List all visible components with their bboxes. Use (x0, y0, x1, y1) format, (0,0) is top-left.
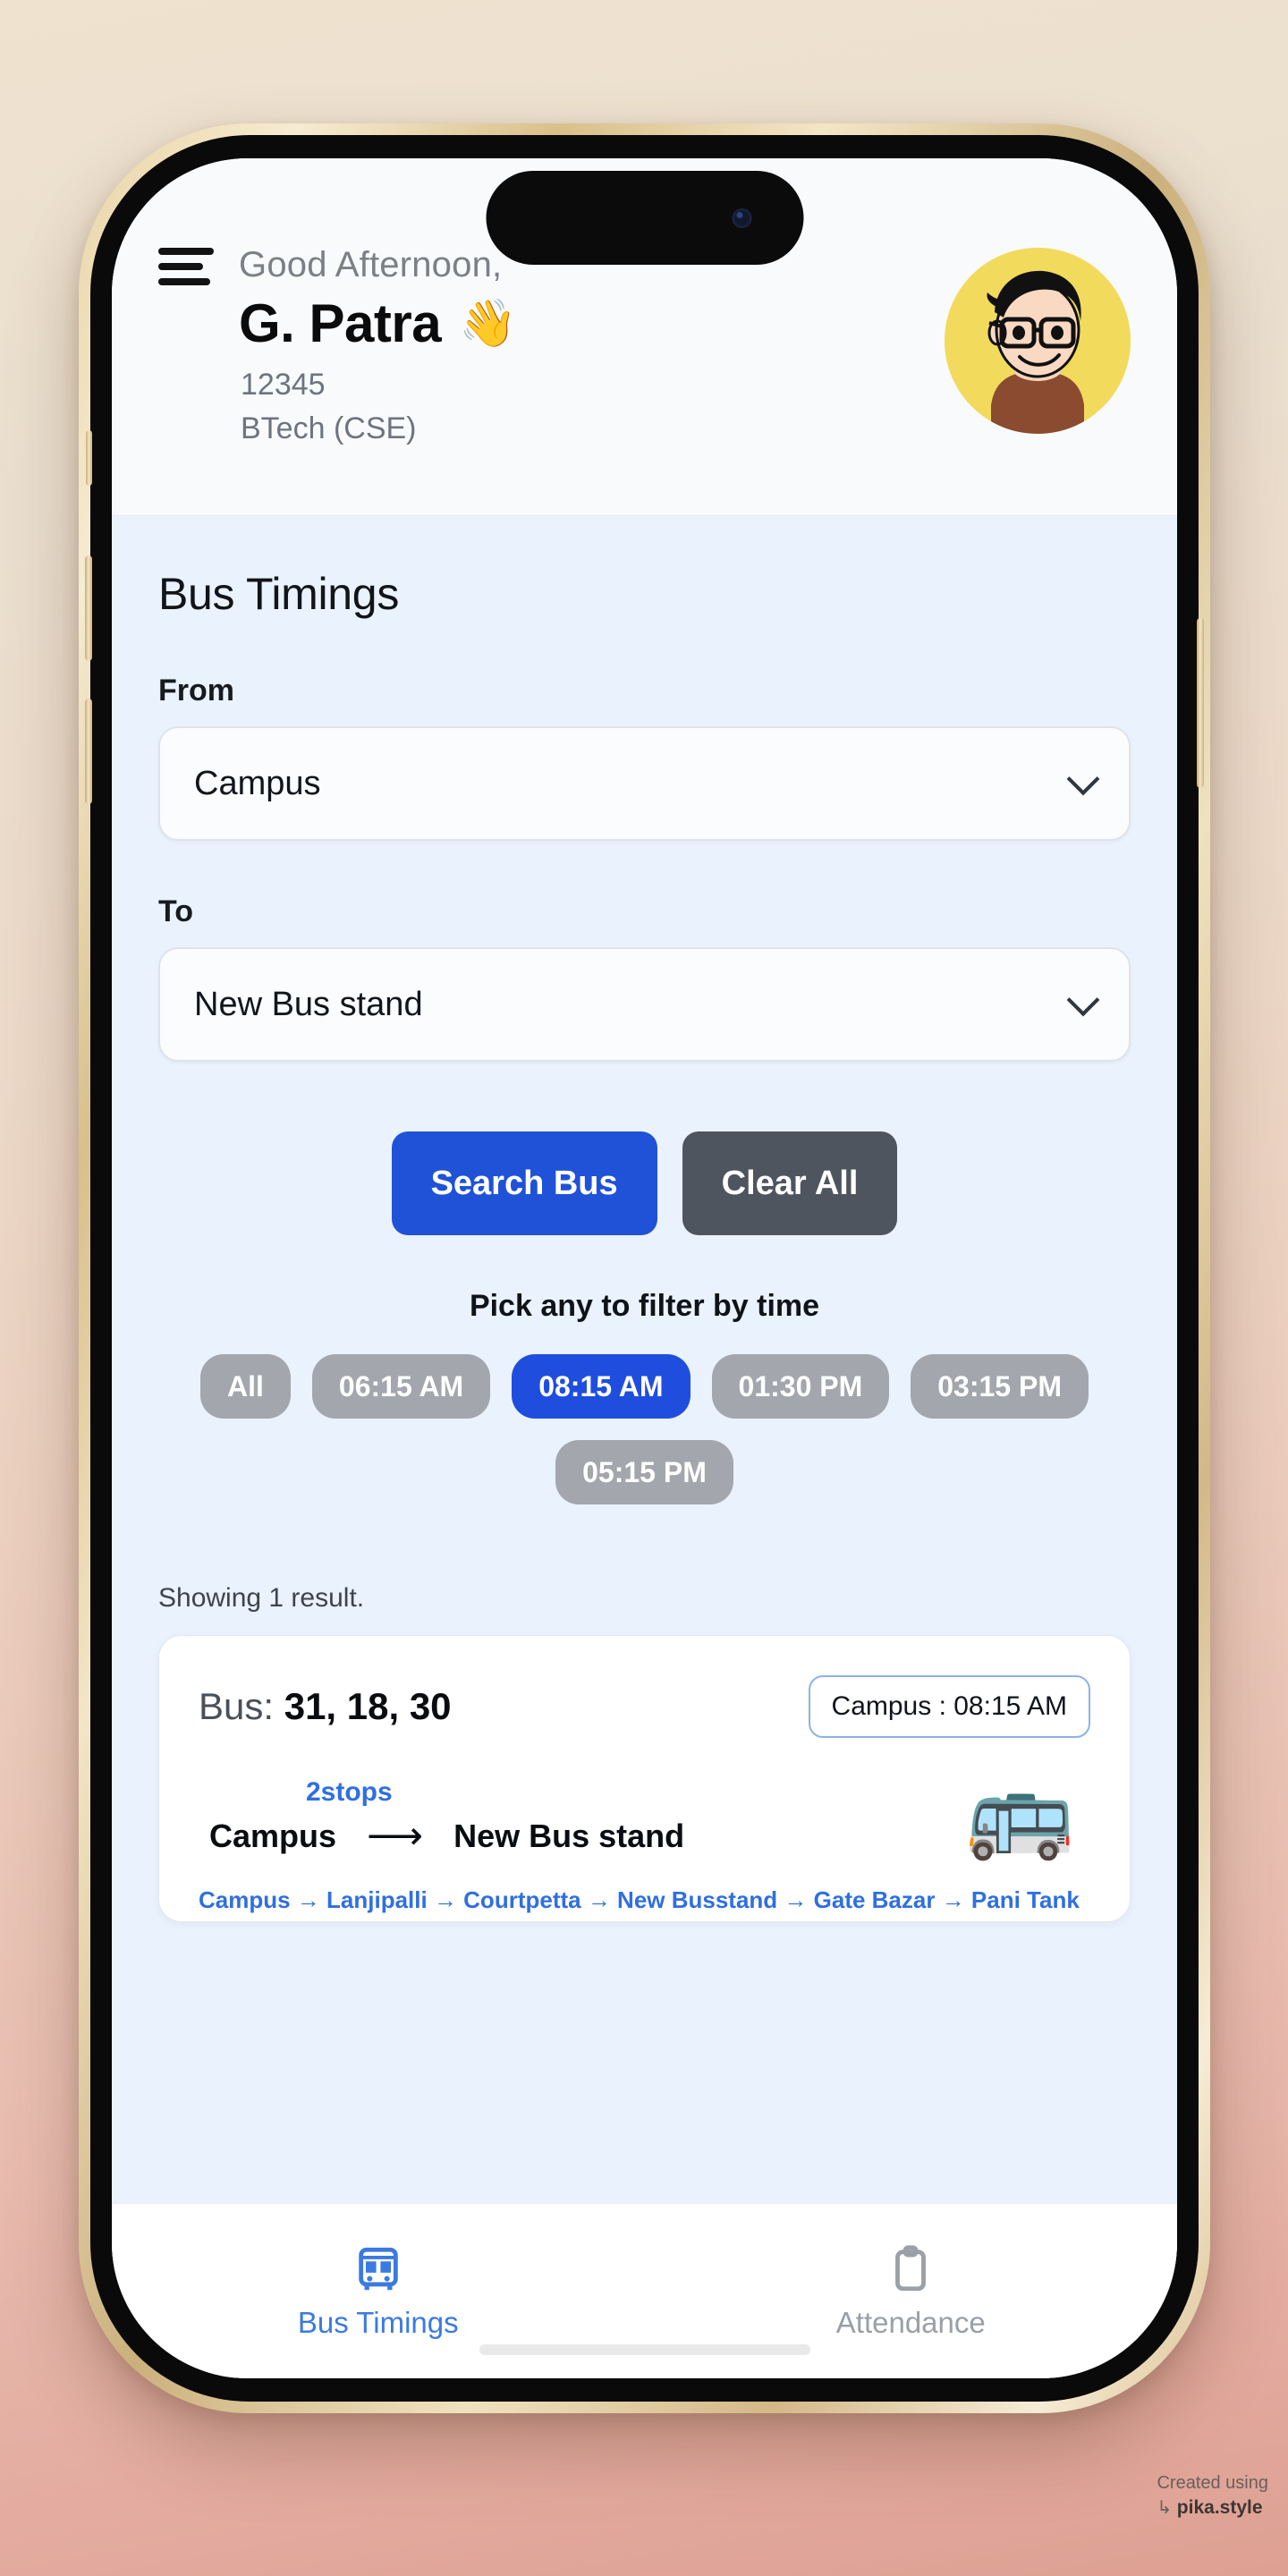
departure-time-badge: Campus : 08:15 AM (808, 1675, 1090, 1738)
volume-up-button[interactable] (85, 555, 92, 661)
greeting-row: Good Afternoon, (158, 244, 517, 285)
nav-item-attendance[interactable]: Attendance (645, 2243, 1178, 2340)
app-body: Bus Timings From Campus To New Bus stand… (112, 516, 1177, 2378)
time-filter-chip[interactable]: 06:15 AM (311, 1354, 491, 1419)
action-row: Search Bus Clear All (158, 1131, 1131, 1235)
bus-numbers-line: Bus: 31, 18, 30 (199, 1685, 452, 1728)
watermark-line2: ↳ pika.style (1157, 2496, 1268, 2521)
chevron-down-icon (1066, 983, 1100, 1017)
nav-label-attendance: Attendance (835, 2305, 986, 2339)
nav-label-bus-timings: Bus Timings (297, 2305, 459, 2339)
page-title: Bus Timings (158, 569, 400, 619)
arrow-right-icon: ⟶ (367, 1814, 424, 1858)
watermark-brand: pika.style (1176, 2496, 1263, 2518)
route-origin: Campus (209, 1818, 337, 1854)
waving-hand-icon: 👋 (459, 297, 517, 350)
route-block: 2stops Campus ⟶ New Bus stand (199, 1777, 684, 1856)
hamburger-menu-icon[interactable] (158, 244, 214, 285)
user-meta-block: 12345 BTech (CSE) (241, 363, 517, 452)
from-select-value: Campus (194, 764, 321, 802)
clipboard-icon (895, 2244, 927, 2291)
time-filter-chips: All 06:15 AM 08:15 AM 01:30 PM 03:15 PM 05:15… (158, 1354, 1131, 1504)
clear-all-button[interactable]: Clear All (682, 1131, 898, 1235)
user-name: G. Patra (239, 293, 442, 353)
route-destination: New Bus stand (453, 1818, 685, 1854)
bus-prefix-label: Bus: (199, 1685, 275, 1727)
time-filter-chip[interactable]: 05:15 PM (555, 1440, 733, 1504)
from-select[interactable]: Campus (158, 726, 1131, 841)
to-select[interactable]: New Bus stand (158, 947, 1131, 1062)
watermark-line1: Created using (1157, 2472, 1268, 2493)
time-filter-chip[interactable]: 01:30 PM (711, 1354, 890, 1419)
silent-switch[interactable] (86, 430, 92, 486)
bus-result-card[interactable]: Bus: 31, 18, 30 Campus : 08:15 AM 2stops… (158, 1635, 1131, 1922)
stops-chain: Campus → Lanjipalli → Courtpetta → New B… (199, 1886, 1080, 1913)
time-filter-chip[interactable]: 03:15 PM (911, 1354, 1089, 1419)
filter-title: Pick any to filter by time (469, 1289, 820, 1323)
phone-screen: Good Afternoon, G. Patra 👋 12345 BTech (… (112, 158, 1177, 2378)
time-filter-chip[interactable]: All (200, 1354, 291, 1419)
card-route-row: 2stops Campus ⟶ New Bus stand 🚌 (199, 1768, 1090, 1856)
phone-frame: Good Afternoon, G. Patra 👋 12345 BTech (… (79, 123, 1210, 2413)
results-count: Showing 1 result. (158, 1583, 365, 1613)
to-select-value: New Bus stand (194, 985, 423, 1023)
user-course: BTech (CSE) (241, 411, 417, 446)
phone-body: Good Afternoon, G. Patra 👋 12345 BTech (… (85, 135, 1204, 2402)
user-id: 12345 (241, 368, 326, 402)
bus-icon (359, 2247, 398, 2290)
dynamic-island-notch (486, 171, 803, 265)
route-endpoints: Campus ⟶ New Bus stand (209, 1817, 684, 1856)
avatar[interactable] (945, 248, 1131, 434)
bus-numbers: 31, 18, 30 (284, 1685, 452, 1727)
time-filter-chip[interactable]: 08:15 AM (512, 1354, 691, 1419)
header-left-block: Good Afternoon, G. Patra 👋 12345 BTech (… (158, 214, 517, 452)
to-label: To (158, 894, 194, 928)
chevron-down-icon (1066, 762, 1100, 796)
home-indicator[interactable] (479, 2344, 810, 2355)
card-top-row: Bus: 31, 18, 30 Campus : 08:15 AM (199, 1675, 1090, 1738)
watermark: Created using ↳ pika.style (1157, 2471, 1268, 2521)
stops-count: 2stops (306, 1777, 393, 1807)
greeting-text: Good Afternoon, (239, 244, 503, 284)
power-button[interactable] (1197, 618, 1204, 788)
user-name-row: G. Patra 👋 (239, 292, 517, 354)
corner-arrow-icon: ↳ (1157, 2497, 1173, 2518)
volume-down-button[interactable] (85, 699, 92, 804)
nav-item-bus-timings[interactable]: Bus Timings (112, 2243, 645, 2340)
bus-icon: 🚌 (964, 1763, 1074, 1861)
search-bus-button[interactable]: Search Bus (391, 1131, 657, 1235)
front-camera-icon (732, 208, 751, 228)
from-label: From (158, 674, 234, 708)
